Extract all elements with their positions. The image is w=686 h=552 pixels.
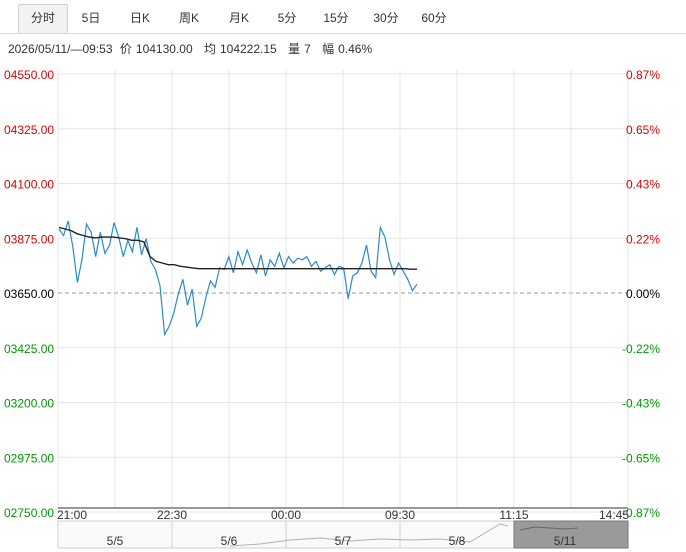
left-tick-label: 02975.00 [4,451,54,465]
chart-grid [57,70,629,513]
time-tick-label: 09:30 [385,508,415,522]
timeline-navigator[interactable]: 5/5 5/6 5/7 5/8 5/11 [57,520,629,549]
average-price-line [58,226,417,270]
intraday-chart: 04550.00 04325.00 04100.00 03875.00 03650.00… [4,68,660,549]
left-tick-label: 04550.00 [4,68,54,82]
right-tick-label: -0.22% [622,342,660,356]
left-tick-label: 02750.00 [4,506,54,520]
left-tick-label: 03200.00 [4,397,54,411]
right-tick-label: 0.00% [626,287,660,301]
left-tick-label: 03650.00 [4,287,54,301]
time-tick-label: 11:15 [499,508,528,522]
timeline-date-label: 5/6 [221,534,238,548]
time-tick-label: 14:45 [599,508,629,522]
left-price-axis: 04550.00 04325.00 04100.00 03875.00 03650.00… [4,68,54,520]
timeline-date-label: 5/5 [107,534,124,548]
left-tick-label: 04100.00 [4,178,54,192]
left-tick-label: 03875.00 [4,232,54,246]
right-percent-axis: 0.87% 0.65% 0.43% 0.22% 0.00% -0.22% -0.43% -0.… [622,68,660,520]
left-tick-label: 04325.00 [4,123,54,137]
time-tick-label: 22:30 [157,508,187,522]
right-tick-label: 0.22% [626,232,660,246]
time-axis: 21:00 22:30 00:00 09:30 11:15 14:45 [57,508,629,522]
time-tick-label: 21:00 [57,508,87,522]
timeline-date-label: 5/11 [554,534,577,548]
time-tick-label: 00:00 [271,508,301,522]
timeline-date-label: 5/8 [449,534,466,548]
right-tick-label: -0.65% [622,451,660,465]
left-tick-label: 03425.00 [4,342,54,356]
right-tick-label: 0.43% [626,178,660,192]
right-tick-label: 0.65% [626,123,660,137]
right-tick-label: -0.43% [622,397,660,411]
timeline-date-label: 5/7 [335,534,352,548]
right-tick-label: 0.87% [626,68,660,82]
